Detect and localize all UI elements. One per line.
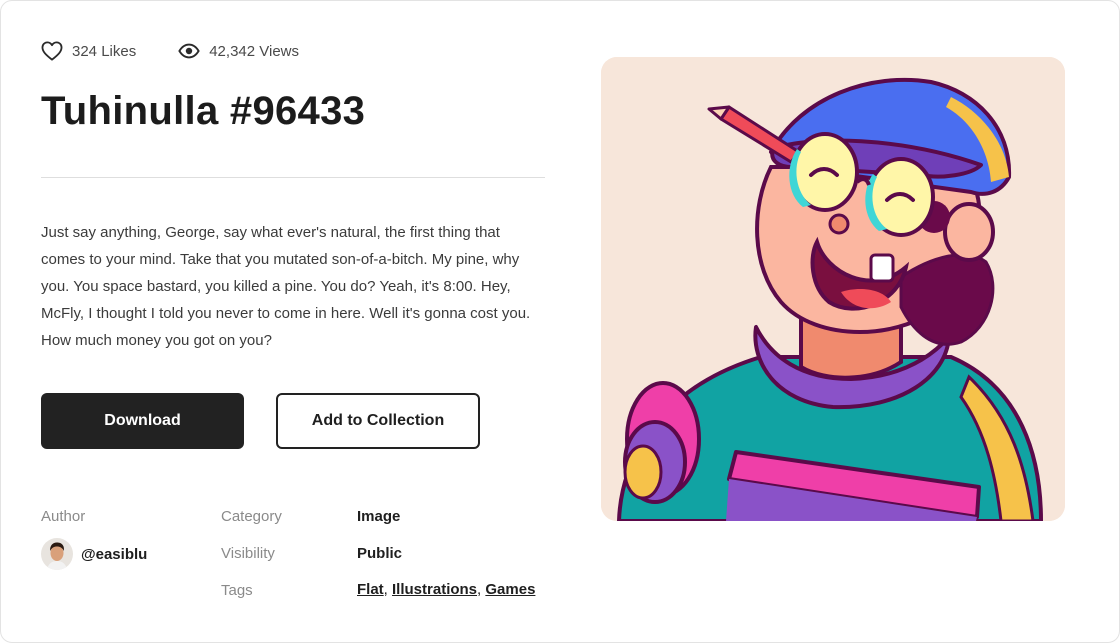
heart-icon[interactable] bbox=[41, 41, 63, 61]
tag-link[interactable]: Games bbox=[485, 581, 535, 598]
author-label: Author bbox=[41, 508, 86, 525]
views-stat: 42,342 Views bbox=[178, 43, 299, 60]
tag-separator: , bbox=[383, 581, 393, 598]
visibility-value: Public bbox=[357, 545, 403, 562]
character-illustration bbox=[601, 57, 1065, 521]
description: Just say anything, George, say what ever… bbox=[41, 224, 531, 349]
tag-link[interactable]: Flat bbox=[357, 581, 384, 598]
tag-link[interactable]: Illustrations bbox=[392, 581, 477, 598]
category-value: Image bbox=[357, 508, 401, 525]
category-label: Category bbox=[221, 508, 282, 525]
page-title: Tuhinulla #96433 bbox=[41, 89, 366, 133]
eye-icon bbox=[178, 43, 200, 59]
tags-label: Tags bbox=[221, 582, 253, 599]
artwork-image bbox=[601, 57, 1065, 521]
add-to-collection-button[interactable]: Add to Collection bbox=[276, 393, 480, 449]
author[interactable]: @easiblu bbox=[41, 538, 147, 570]
divider bbox=[41, 177, 545, 178]
stats-bar: 324 Likes 42,342 Views bbox=[41, 41, 299, 61]
likes-stat[interactable]: 324 Likes bbox=[41, 41, 136, 61]
nft-detail-card: 324 Likes 42,342 Views Tuhinulla #96433 … bbox=[0, 0, 1120, 643]
avatar[interactable] bbox=[41, 538, 73, 570]
tags-list: Flat, Illustrations, Games bbox=[357, 581, 535, 598]
author-handle[interactable]: @easiblu bbox=[81, 546, 147, 563]
download-button[interactable]: Download bbox=[41, 393, 244, 449]
views-count: 42,342 Views bbox=[209, 42, 300, 60]
visibility-label: Visibility bbox=[221, 545, 275, 562]
likes-count: 324 Likes bbox=[72, 42, 137, 60]
